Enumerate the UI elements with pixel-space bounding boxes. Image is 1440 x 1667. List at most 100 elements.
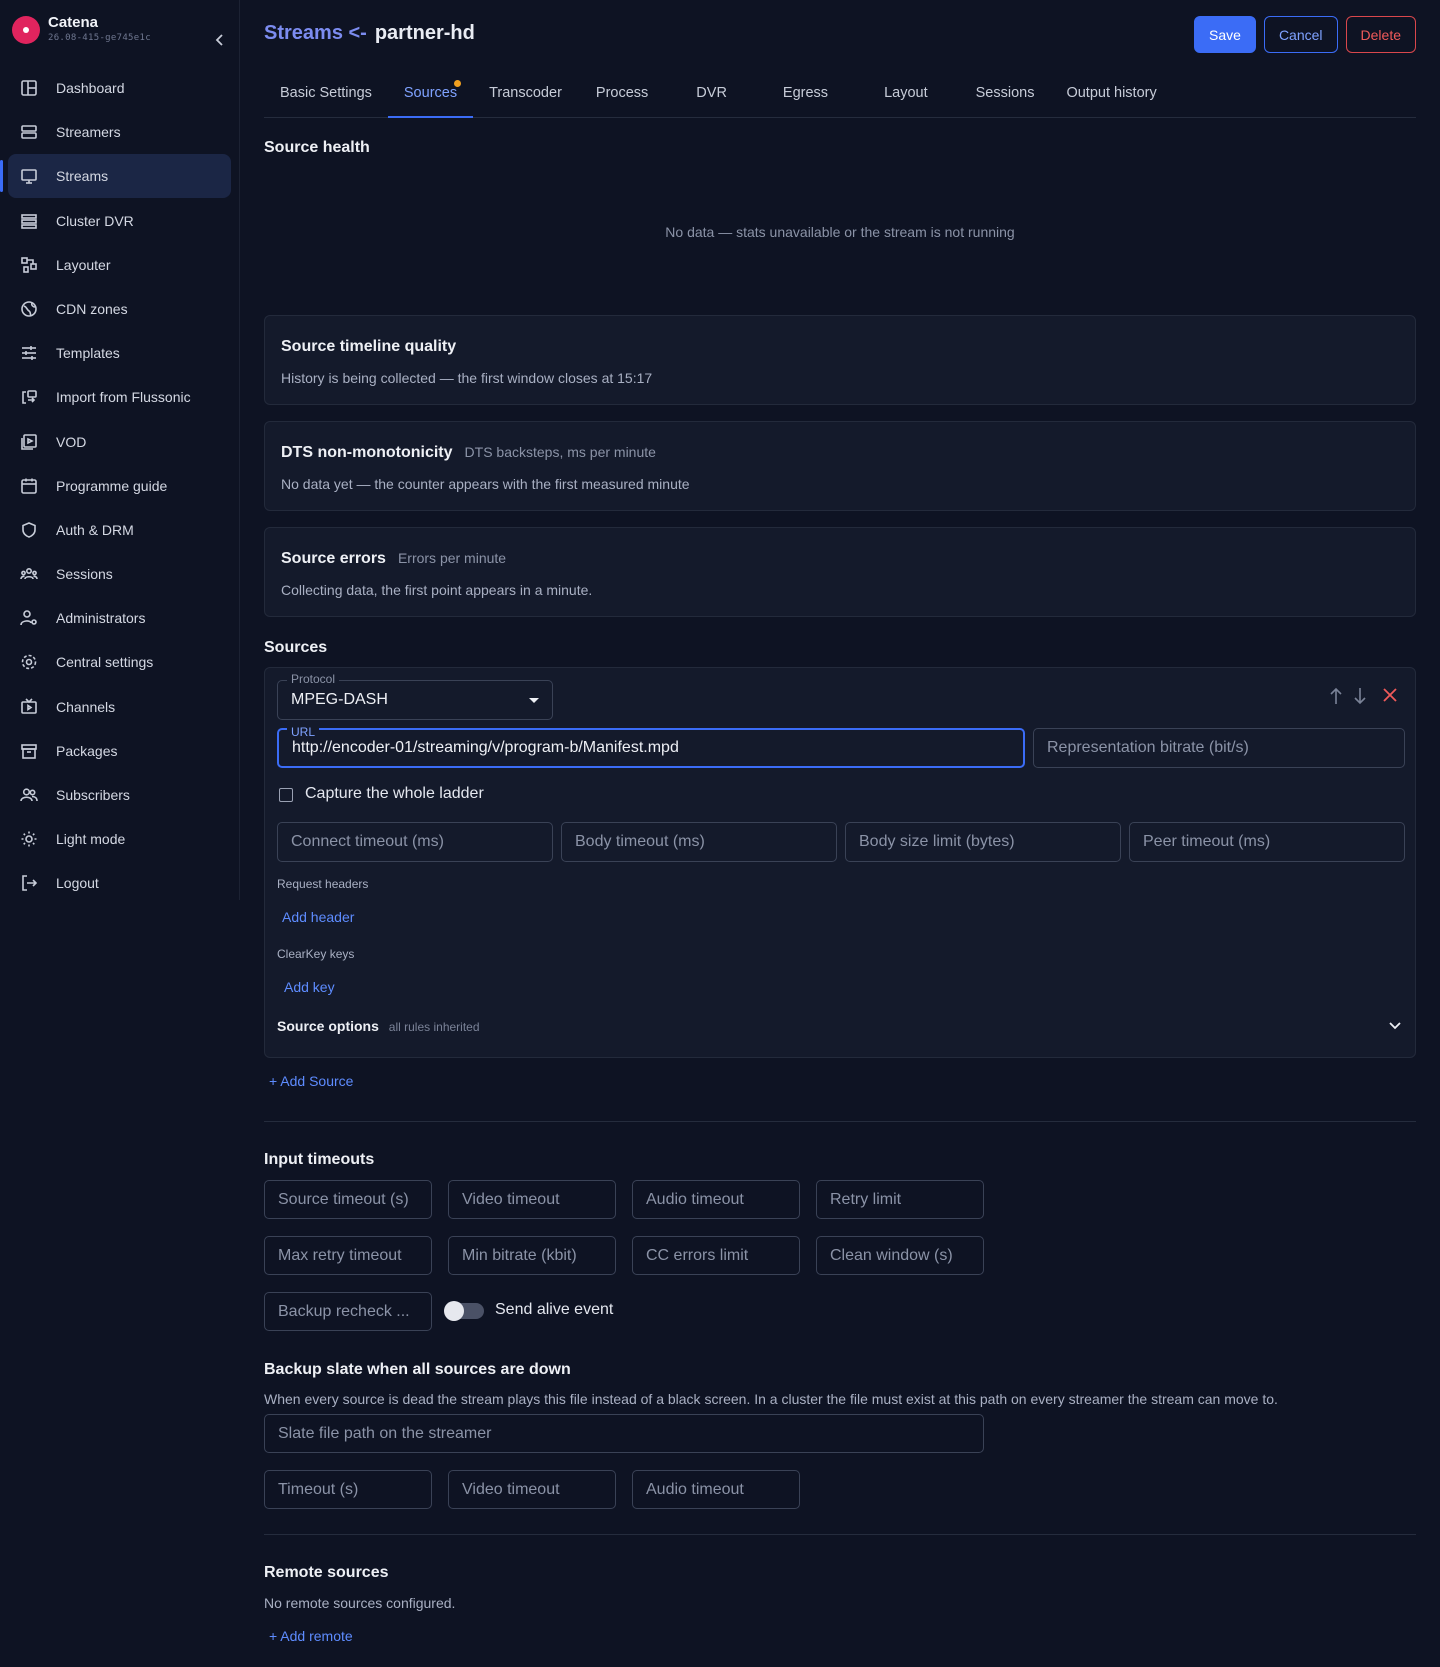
sidebar-item-dashboard[interactable]: Dashboard bbox=[8, 66, 231, 110]
tab-dvr[interactable]: DVR bbox=[672, 72, 759, 118]
sidebar-item-central-settings[interactable]: Central settings bbox=[8, 640, 231, 684]
sidebar-item-auth-drm[interactable]: Auth & DRM bbox=[8, 508, 231, 552]
add-source-link[interactable]: + Add Source bbox=[269, 1073, 353, 1089]
logout-icon bbox=[20, 874, 38, 892]
tab-process[interactable]: Process bbox=[578, 72, 672, 118]
max-retry-timeout-input[interactable]: Max retry timeout bbox=[264, 1236, 432, 1275]
sidebar-item-programme-guide[interactable]: Programme guide bbox=[8, 464, 231, 508]
sidebar-item-vod[interactable]: VOD bbox=[8, 420, 231, 464]
sidebar-item-templates[interactable]: Templates bbox=[8, 331, 231, 375]
monitor-icon bbox=[20, 167, 38, 185]
min-bitrate-input[interactable]: Min bitrate (kbit) bbox=[448, 1236, 616, 1275]
sidebar-item-label: Channels bbox=[56, 698, 116, 715]
source-errors-text: Collecting data, the first point appears… bbox=[281, 582, 593, 598]
remote-sources-empty: No remote sources configured. bbox=[264, 1595, 456, 1611]
sidebar-item-administrators[interactable]: Administrators bbox=[8, 596, 231, 640]
capture-ladder-checkbox[interactable] bbox=[279, 788, 293, 802]
input-timeouts-title: Input timeouts bbox=[264, 1151, 375, 1168]
remove-source-icon[interactable] bbox=[1381, 686, 1399, 704]
sidebar-item-label: Subscribers bbox=[56, 787, 130, 803]
sidebar-nav: Dashboard Streamers Streams Cluster DVR … bbox=[0, 66, 231, 906]
tab-transcoder[interactable]: Transcoder bbox=[473, 72, 578, 118]
move-up-icon[interactable] bbox=[1329, 686, 1343, 706]
source-timeout-input[interactable]: Source timeout (s) bbox=[264, 1180, 432, 1219]
cancel-button[interactable]: Cancel bbox=[1263, 16, 1338, 53]
protocol-label: Protocol bbox=[287, 672, 340, 686]
sidebar-item-import-from-flussonic[interactable]: Import from Flussonic bbox=[8, 375, 231, 419]
slate-path-input[interactable]: Slate file path on the streamer bbox=[264, 1414, 984, 1453]
add-header-link[interactable]: Add header bbox=[282, 909, 354, 925]
package-icon bbox=[20, 742, 38, 760]
sidebar-item-streams[interactable]: Streams bbox=[0, 154, 231, 199]
url-input[interactable]: http://encoder-01/streaming/v/program-b/… bbox=[277, 728, 1025, 768]
protocol-value: MPEG-DASH bbox=[291, 691, 388, 708]
peer-timeout-input[interactable]: Peer timeout (ms) bbox=[1129, 822, 1405, 862]
sidebar-item-logout[interactable]: Logout bbox=[8, 861, 231, 905]
stream-name: partner-hd bbox=[374, 22, 475, 44]
slate-video-timeout-input[interactable]: Video timeout bbox=[448, 1470, 616, 1509]
sidebar-item-label: Logout bbox=[56, 875, 99, 892]
unsaved-dot-icon bbox=[454, 80, 462, 87]
tab-layout[interactable]: Layout bbox=[860, 72, 960, 118]
tab-sessions[interactable]: Sessions bbox=[960, 72, 1051, 118]
source-options-label: Source options bbox=[277, 1018, 379, 1034]
backup-slate-description: When every source is dead the stream pla… bbox=[264, 1391, 1278, 1407]
tab-output-history[interactable]: Output history bbox=[1050, 72, 1172, 118]
sidebar-item-channels[interactable]: Channels bbox=[8, 685, 231, 729]
gear-icon bbox=[20, 653, 38, 671]
sidebar-item-label: Auth & DRM bbox=[56, 521, 134, 538]
clearkey-keys-label: ClearKey keys bbox=[277, 947, 355, 961]
connect-timeout-input[interactable]: Connect timeout (ms) bbox=[277, 822, 553, 862]
protocol-select[interactable]: MPEG-DASH bbox=[277, 680, 553, 720]
sidebar-item-label: CDN zones bbox=[56, 300, 128, 317]
backup-recheck-input[interactable]: Backup recheck ... bbox=[264, 1292, 432, 1331]
users-group-icon bbox=[20, 565, 38, 583]
representation-bitrate-input[interactable]: Representation bitrate (bit/s) bbox=[1033, 728, 1405, 768]
audio-timeout-input[interactable]: Audio timeout bbox=[632, 1180, 800, 1219]
tab-egress[interactable]: Egress bbox=[759, 72, 860, 118]
body-timeout-input[interactable]: Body timeout (ms) bbox=[561, 822, 837, 862]
cc-errors-limit-input[interactable]: CC errors limit bbox=[632, 1236, 800, 1275]
collapse-sidebar-button[interactable] bbox=[210, 30, 230, 50]
brand-version: 26.08-415-ge745e1c bbox=[48, 33, 151, 43]
body-size-limit-input[interactable]: Body size limit (bytes) bbox=[845, 822, 1121, 862]
slate-timeout-input[interactable]: Timeout (s) bbox=[264, 1470, 432, 1509]
sidebar-item-layouter[interactable]: Layouter bbox=[8, 243, 231, 287]
clean-window-input[interactable]: Clean window (s) bbox=[816, 1236, 984, 1275]
brand-logo-icon bbox=[12, 16, 40, 44]
source-options-toggle[interactable]: Source options all rules inherited bbox=[277, 1018, 1405, 1042]
move-down-icon[interactable] bbox=[1353, 686, 1367, 706]
user-gear-icon bbox=[20, 609, 38, 627]
add-remote-link[interactable]: + Add remote bbox=[269, 1628, 353, 1644]
tab-basic-settings[interactable]: Basic Settings bbox=[264, 72, 388, 118]
tab-sources[interactable]: Sources bbox=[387, 72, 474, 118]
sidebar-item-label: Programme guide bbox=[56, 477, 168, 494]
chevron-left-icon bbox=[215, 34, 223, 46]
slate-audio-timeout-input[interactable]: Audio timeout bbox=[632, 1470, 800, 1509]
server-icon bbox=[20, 123, 38, 141]
sidebar-item-sessions[interactable]: Sessions bbox=[8, 552, 231, 596]
send-alive-event-toggle[interactable] bbox=[444, 1301, 484, 1321]
breadcrumb-streams[interactable]: Streams <- bbox=[264, 22, 367, 44]
sidebar-item-cdn-zones[interactable]: CDN zones bbox=[8, 287, 231, 331]
sidebar-item-light-mode[interactable]: Light mode bbox=[8, 817, 231, 861]
video-timeout-input[interactable]: Video timeout bbox=[448, 1180, 616, 1219]
source-errors-title: Source errors Errors per minute bbox=[281, 550, 506, 568]
sidebar-item-subscribers[interactable]: Subscribers bbox=[8, 773, 231, 817]
source-health-empty: No data — stats unavailable or the strea… bbox=[665, 224, 1015, 240]
backup-slate-title: Backup slate when all sources are down bbox=[264, 1361, 571, 1378]
source-options-hint: all rules inherited bbox=[388, 1020, 480, 1034]
source-errors-subtitle: Errors per minute bbox=[397, 550, 507, 566]
save-button[interactable]: Save bbox=[1194, 16, 1256, 53]
sources-title: Sources bbox=[264, 639, 328, 656]
top-actions: Save Cancel Delete bbox=[1194, 16, 1416, 53]
sidebar-item-label: Cluster DVR bbox=[56, 212, 134, 229]
sidebar-item-cluster-dvr[interactable]: Cluster DVR bbox=[8, 199, 231, 243]
source-errors-card: Source errors Errors per minute Collectin… bbox=[264, 527, 1416, 617]
sidebar-item-streamers[interactable]: Streamers bbox=[8, 110, 231, 154]
add-key-link[interactable]: Add key bbox=[284, 979, 335, 995]
sidebar-item-packages[interactable]: Packages bbox=[8, 729, 231, 773]
capture-ladder-label: Capture the whole ladder bbox=[305, 785, 484, 802]
retry-limit-input[interactable]: Retry limit bbox=[816, 1180, 984, 1219]
delete-button[interactable]: Delete bbox=[1345, 16, 1416, 53]
